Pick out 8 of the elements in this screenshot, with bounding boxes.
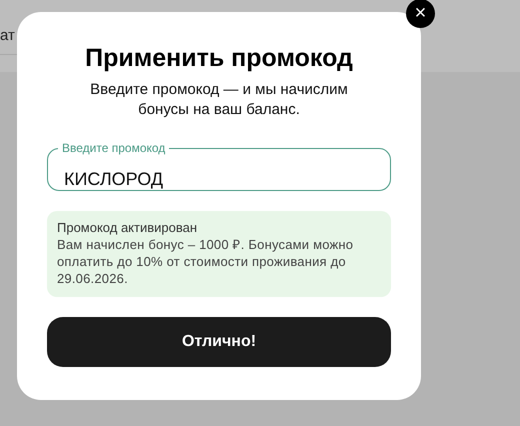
field-label: Введите промокод: [62, 141, 166, 155]
code-input[interactable]: КИСЛОРОД: [58, 166, 380, 193]
notice-text: Вам начислен бонус – 1000 ₽. Бонусами можно оплатить до 10% от стоимости проживания до 29.06.2026.: [57, 236, 354, 287]
notice-title: Промокод активирован: [57, 219, 198, 236]
confirm-button[interactable]: Отлично!: [47, 317, 391, 367]
dialog-subtitle: Введите промокод — и мы начислим бонусы на ваш баланс.: [89, 80, 349, 120]
background-text: ат: [0, 27, 15, 44]
dialog-title: Применить промокод: [85, 43, 353, 74]
